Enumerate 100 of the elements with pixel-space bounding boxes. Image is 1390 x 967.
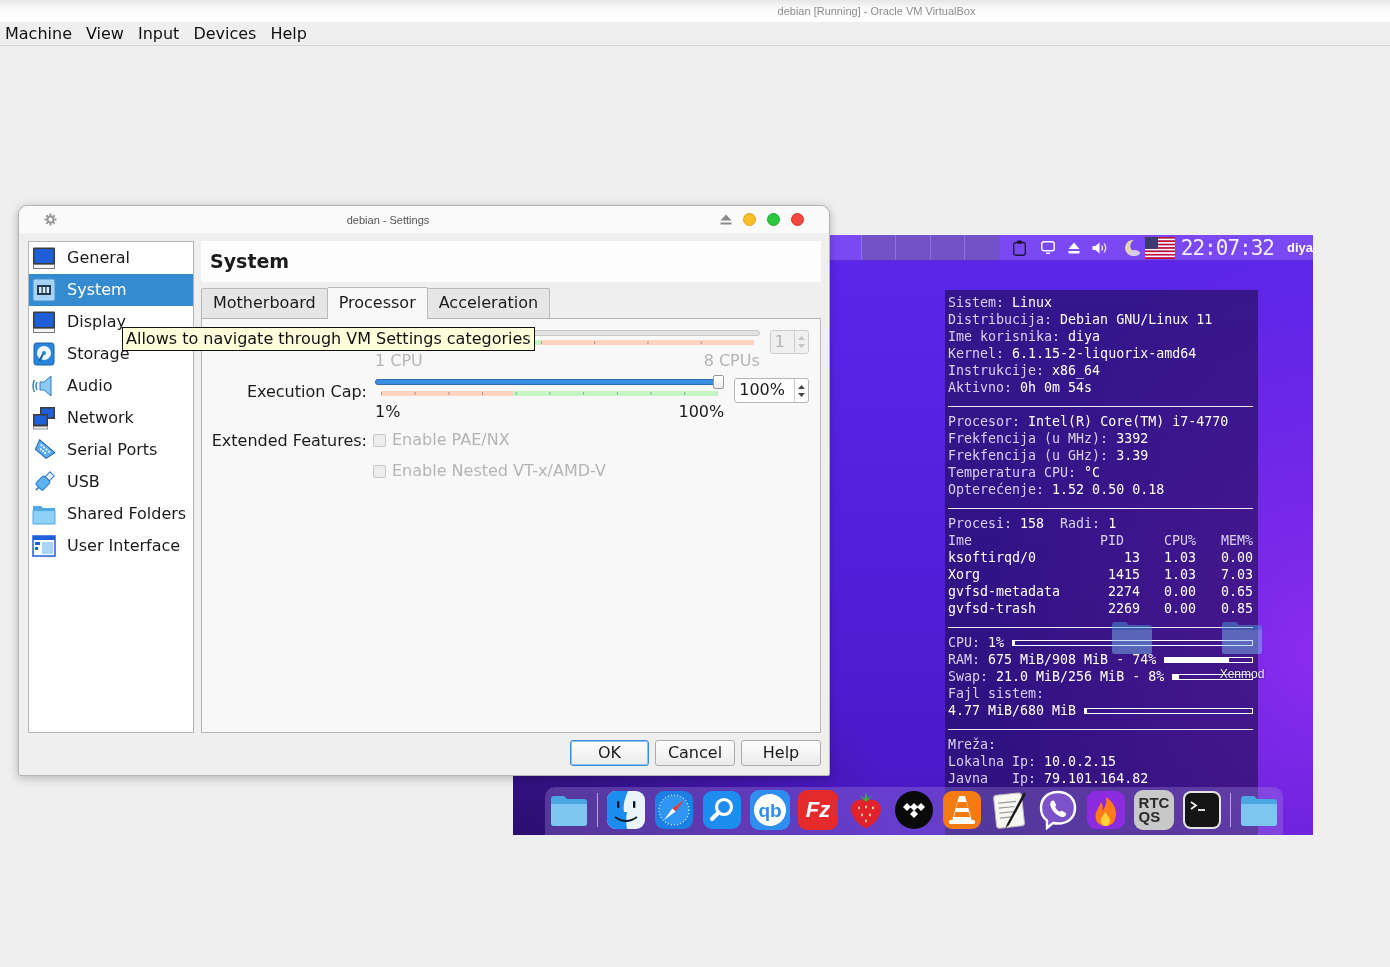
info-line: Aktivno: 0h 0m 54s xyxy=(948,379,1094,396)
info-line: Frekfencija (u GHz): 3.39 xyxy=(948,447,1150,464)
diamonds-icon[interactable] xyxy=(894,790,934,830)
table-cell-text: 0.85 xyxy=(1219,600,1253,617)
gear-icon[interactable] xyxy=(44,213,57,226)
info-line: Kernel: 6.1.15-2-liquorix-amd64 xyxy=(948,345,1198,362)
range-label: 1 CPU xyxy=(375,352,423,370)
table-cell-text: 2274 xyxy=(1106,583,1140,600)
user-menu[interactable]: diya xyxy=(1287,239,1313,256)
category-item[interactable]: Audio xyxy=(29,370,193,402)
tab[interactable]: Acceleration xyxy=(426,288,551,318)
usb-plug-icon xyxy=(32,470,56,494)
category-item[interactable]: Shared Folders xyxy=(29,498,193,530)
terminal-icon[interactable] xyxy=(1182,790,1222,830)
category-item[interactable]: General xyxy=(29,242,193,274)
table-cell-text: gvfsd-metadata xyxy=(948,583,1062,600)
clipboard-icon[interactable] xyxy=(1012,239,1026,256)
slider-track[interactable] xyxy=(375,375,725,389)
table-cell-text: 0.65 xyxy=(1219,583,1253,600)
table-cell-text: 0.00 xyxy=(1162,583,1196,600)
table-cell-text: 1.03 xyxy=(1162,566,1196,583)
dialog-button[interactable]: Cancel xyxy=(655,740,735,766)
info-line: Opterećenje: 1.52 0.50 0.18 xyxy=(948,481,1166,498)
menu-item[interactable]: View xyxy=(81,23,129,44)
app-launcher[interactable]: Fz xyxy=(798,790,838,830)
menu-item[interactable]: Help xyxy=(265,23,312,44)
table-cell-text: 0.00 xyxy=(1219,549,1253,566)
monitor-icon xyxy=(32,246,56,270)
compass-icon[interactable] xyxy=(654,790,694,830)
info-line: Fajl sistem: xyxy=(948,685,1046,702)
up-arrow-icon[interactable] xyxy=(798,384,805,389)
folder-icon[interactable] xyxy=(1111,620,1153,654)
info-line: Procesor: Intel(R) Core(TM) i7-4770 xyxy=(948,413,1230,430)
clock: 22:07:32 xyxy=(1180,235,1274,260)
close-button[interactable] xyxy=(791,213,804,226)
table-cell-text: 1.03 xyxy=(1162,549,1196,566)
chip-icon xyxy=(32,278,56,302)
column-header: MEM% xyxy=(1219,532,1253,549)
folder-icon[interactable] xyxy=(1221,620,1263,654)
field-label: Extended Features: xyxy=(210,431,367,451)
monitor-icon[interactable] xyxy=(1040,241,1055,254)
smiling-face-icon[interactable] xyxy=(606,790,646,830)
menu-item[interactable]: Devices xyxy=(188,23,262,44)
column-header: Ime xyxy=(948,532,974,549)
info-line: Sistem: Linux xyxy=(948,294,1054,311)
info-line: Javna Ip: 79.101.164.82 xyxy=(948,770,1150,787)
category-item[interactable]: User Interface xyxy=(29,530,193,562)
table-cell-text: ksoftirqd/0 xyxy=(948,549,1038,566)
category-item[interactable]: USB xyxy=(29,466,193,498)
monitor-icon xyxy=(32,310,56,334)
category-item[interactable]: Network xyxy=(29,402,193,434)
info-line: Frekfencija (u MHz): 3392 xyxy=(948,430,1150,447)
serial-port-icon xyxy=(32,438,56,462)
flame-icon[interactable] xyxy=(1086,790,1126,830)
app-launcher[interactable]: RTC QS xyxy=(1134,790,1174,830)
maximize-button[interactable] xyxy=(767,213,780,226)
table-cell-text: 2269 xyxy=(1106,600,1140,617)
info-line: Lokalna Ip: 10.0.2.15 xyxy=(948,753,1118,770)
eject-icon[interactable] xyxy=(1067,241,1080,254)
table-cell-text: 7.03 xyxy=(1219,566,1253,583)
traffic-cone-icon[interactable] xyxy=(942,790,982,830)
spin-box[interactable]: 100% xyxy=(734,378,809,403)
slider-handle[interactable] xyxy=(713,375,725,389)
field-label: Execution Cap: xyxy=(245,382,367,402)
dialog-button[interactable]: Help xyxy=(741,740,821,766)
info-line: Procesi: 158 Radi: 1 xyxy=(948,515,1118,532)
tab[interactable]: Motherboard xyxy=(201,288,328,318)
table-cell-text: 1415 xyxy=(1106,566,1140,583)
info-line: Distribucija: Debian GNU/Linux 11 xyxy=(948,311,1214,328)
eject-icon[interactable] xyxy=(720,214,732,225)
table-cell-text: gvfsd-trash xyxy=(948,600,1038,617)
dialog-button[interactable]: OK xyxy=(570,740,649,766)
window-title: debian [Running] - Oracle VM VirtualBox xyxy=(777,4,976,18)
tab[interactable]: Processor xyxy=(326,287,428,319)
menu-item[interactable]: Input xyxy=(132,23,185,44)
phone-bubble-icon[interactable] xyxy=(1038,790,1078,830)
range-label: 100% xyxy=(678,403,725,421)
info-line: Mreža: xyxy=(948,736,998,753)
range-label: 8 CPUs xyxy=(703,352,760,370)
info-line: Swap: 21.0 MiB/256 MiB - 8% xyxy=(948,668,1165,685)
info-line: CPU: 1% xyxy=(948,634,1005,651)
info-line: Ime korisnika: diya xyxy=(948,328,1102,345)
category-item[interactable]: Serial Ports xyxy=(29,434,193,466)
column-header: PID xyxy=(1100,532,1126,549)
page-title: System xyxy=(210,249,290,274)
flag-icon[interactable] xyxy=(1144,236,1175,259)
down-arrow-icon[interactable] xyxy=(798,392,805,397)
search-icon[interactable] xyxy=(702,790,742,830)
network-icon xyxy=(32,406,56,430)
tooltip: Allows to navigate through VM Settings categories xyxy=(122,327,535,351)
info-line: Instrukcije: x86_64 xyxy=(948,362,1102,379)
menu-item[interactable]: Machine xyxy=(0,23,77,44)
column-header: CPU% xyxy=(1162,532,1196,549)
info-line: RAM: 675 MiB/908 MiB - 74% xyxy=(948,651,1157,668)
moon-icon[interactable] xyxy=(1122,238,1141,257)
volume-icon[interactable] xyxy=(1091,241,1107,254)
checkbox-label: Enable PAE/NX xyxy=(392,431,510,449)
dialog-title: debian - Settings xyxy=(345,212,431,227)
category-item[interactable]: System xyxy=(29,274,193,306)
table-cell-text: Xorg xyxy=(948,566,982,583)
